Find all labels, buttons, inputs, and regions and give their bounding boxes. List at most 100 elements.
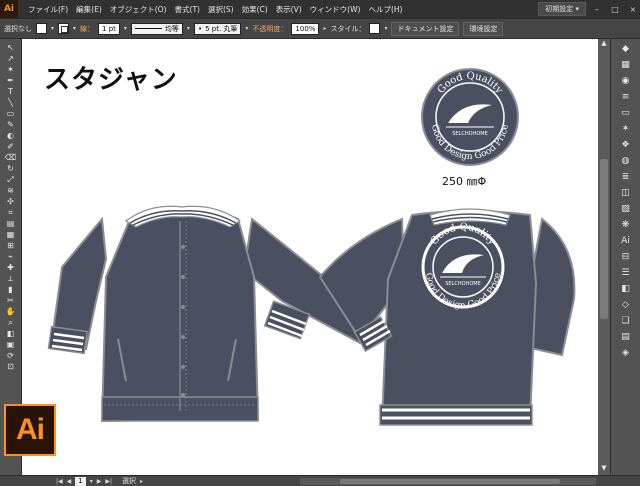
size-label[interactable]: 250 ㎜Φ xyxy=(442,173,486,189)
direct-selection-tool-icon[interactable]: ↗ xyxy=(4,54,18,63)
warp-tool-icon[interactable]: ≋ xyxy=(4,186,18,195)
menu-help[interactable]: ヘルプ(H) xyxy=(364,4,406,15)
selection-tool-icon[interactable]: ↖ xyxy=(4,43,18,52)
transform-panel-icon[interactable]: ◫ xyxy=(618,187,634,199)
scale-tool-icon[interactable]: ⤢ xyxy=(4,175,18,184)
chevron-down-icon[interactable]: ▾ xyxy=(245,25,248,32)
magic-wand-tool-icon[interactable]: ✶ xyxy=(4,65,18,74)
menu-edit[interactable]: 編集(E) xyxy=(72,4,106,15)
swatches-panel-icon[interactable]: ▦ xyxy=(618,59,634,71)
eraser-tool-icon[interactable]: ⌫ xyxy=(4,153,18,162)
last-artboard-icon[interactable]: ▶| xyxy=(105,478,112,485)
symbols-panel-icon[interactable]: ✶ xyxy=(618,123,634,135)
layers-panel-icon[interactable]: ☰ xyxy=(618,267,634,279)
prev-artboard-icon[interactable]: ◀ xyxy=(67,478,72,485)
gradient-panel-icon[interactable]: ▭ xyxy=(618,107,634,119)
opacity-label[interactable]: 不透明度： xyxy=(252,24,287,34)
menu-file[interactable]: ファイル(F) xyxy=(24,4,72,15)
align-panel-icon[interactable]: ≣ xyxy=(618,171,634,183)
type-tool-icon[interactable]: T xyxy=(4,87,18,96)
fill-stroke-icon[interactable]: ◧ xyxy=(4,329,18,338)
eyedropper-tool-icon[interactable]: ⌁ xyxy=(4,252,18,261)
rotate-tool-icon[interactable]: ↻ xyxy=(4,164,18,173)
stroke-weight-field[interactable]: 1 pt xyxy=(98,22,120,35)
shape-builder-tool-icon[interactable]: ⌗ xyxy=(4,208,18,217)
first-artboard-icon[interactable]: |◀ xyxy=(56,478,63,485)
chevron-right-icon[interactable]: ▸ xyxy=(140,478,143,485)
brush-select[interactable]: • 5 pt. 丸筆 xyxy=(193,22,242,35)
menu-view[interactable]: 表示(V) xyxy=(272,4,306,15)
paintbrush-tool-icon[interactable]: ✐ xyxy=(4,142,18,151)
maximize-button[interactable]: □ xyxy=(608,3,622,15)
chevron-down-icon[interactable]: ▾ xyxy=(51,25,54,32)
mesh-tool-icon[interactable]: ▦ xyxy=(4,230,18,239)
app-logo[interactable]: Ai xyxy=(0,0,18,18)
navigator-panel-icon[interactable]: ❏ xyxy=(618,315,634,327)
blob-brush-tool-icon[interactable]: ◐ xyxy=(4,131,18,140)
menu-select[interactable]: 選択(S) xyxy=(204,4,238,15)
menu-window[interactable]: ウィンドウ(W) xyxy=(306,4,365,15)
document-settings-button[interactable]: ドキュメント設定 xyxy=(391,21,460,36)
workspace-switcher[interactable]: 初期設定 ▾ xyxy=(538,2,586,16)
swap-colors-icon[interactable]: ⟳ xyxy=(4,351,18,360)
artboard-number-field[interactable]: 1 xyxy=(75,476,86,486)
vertical-scroll-thumb[interactable] xyxy=(600,159,608,319)
scroll-down-icon[interactable]: ▼ xyxy=(598,464,610,474)
chevron-down-icon[interactable]: ▾ xyxy=(73,25,76,32)
chevron-right-icon[interactable]: ▸ xyxy=(323,25,326,32)
jacket-artwork[interactable]: Good Quality Good Design Good Price SELC… xyxy=(22,39,610,475)
default-colors-icon[interactable]: ▣ xyxy=(4,340,18,349)
pencil-tool-icon[interactable]: ✎ xyxy=(4,120,18,129)
free-transform-tool-icon[interactable]: ✣ xyxy=(4,197,18,206)
rectangle-tool-icon[interactable]: ▭ xyxy=(4,109,18,118)
chevron-down-icon[interactable]: ▾ xyxy=(384,25,387,32)
jacket-front[interactable] xyxy=(47,205,374,423)
stroke-profile-select[interactable]: 均等 xyxy=(130,22,183,35)
opacity-field[interactable]: 100% xyxy=(291,22,320,35)
perspective-grid-tool-icon[interactable]: ▤ xyxy=(4,219,18,228)
style-swatch[interactable] xyxy=(369,23,381,34)
emblem-logo[interactable]: Good Quality Good Design Good Price SELC… xyxy=(421,68,519,166)
actions-panel-icon[interactable]: ◈ xyxy=(618,347,634,359)
info-panel-icon[interactable]: ▤ xyxy=(618,331,634,343)
symbol-sprayer-tool-icon[interactable]: ⟂ xyxy=(4,274,18,283)
color-panel-icon[interactable]: ◆ xyxy=(618,43,634,55)
artboard-canvas[interactable]: スタジャン Good Quality Good Design Good Pric… xyxy=(22,39,610,475)
horizontal-scroll-thumb[interactable] xyxy=(340,479,560,484)
scroll-up-icon[interactable]: ▲ xyxy=(598,39,610,49)
hand-tool-icon[interactable]: ✋ xyxy=(4,307,18,316)
menu-type[interactable]: 書式(T) xyxy=(171,4,204,15)
stroke-swatch[interactable] xyxy=(58,23,70,34)
pathfinder-panel-icon[interactable]: ▧ xyxy=(618,203,634,215)
minimize-button[interactable]: – xyxy=(590,3,604,15)
character-panel-icon[interactable]: Ai xyxy=(618,235,634,247)
horizontal-scrollbar[interactable] xyxy=(300,478,596,485)
appearance-panel-icon[interactable]: ◍ xyxy=(618,155,634,167)
chevron-down-icon[interactable]: ▾ xyxy=(124,25,127,32)
chevron-down-icon[interactable]: ▾ xyxy=(90,478,93,485)
brushes-panel-icon[interactable]: ◉ xyxy=(618,75,634,87)
pen-tool-icon[interactable]: ✒ xyxy=(4,76,18,85)
chevron-down-icon[interactable]: ▾ xyxy=(187,25,190,32)
jacket-back[interactable]: Good Quality Good Design Good Price SELC… xyxy=(318,208,576,426)
screen-mode-icon[interactable]: ⊡ xyxy=(4,362,18,371)
gradient-tool-icon[interactable]: ⊞ xyxy=(4,241,18,250)
fill-swatch[interactable] xyxy=(36,23,47,34)
vertical-scrollbar[interactable]: ▲ ▼ xyxy=(598,39,610,475)
graph-tool-icon[interactable]: ▮ xyxy=(4,285,18,294)
close-button[interactable]: × xyxy=(626,3,640,15)
next-artboard-icon[interactable]: ▶ xyxy=(97,478,102,485)
artboards-panel-icon[interactable]: ◧ xyxy=(618,283,634,295)
line-tool-icon[interactable]: ╲ xyxy=(4,98,18,107)
scissors-tool-icon[interactable]: ✂ xyxy=(4,296,18,305)
paragraph-panel-icon[interactable]: ⊟ xyxy=(618,251,634,263)
zoom-tool-icon[interactable]: ⌕ xyxy=(4,318,18,327)
transparency-panel-icon[interactable]: ❋ xyxy=(618,219,634,231)
blend-tool-icon[interactable]: ✚ xyxy=(4,263,18,272)
menu-object[interactable]: オブジェクト(O) xyxy=(106,4,171,15)
menu-effect[interactable]: 効果(C) xyxy=(238,4,272,15)
stroke-label[interactable]: 線： xyxy=(80,24,94,34)
graphic-styles-panel-icon[interactable]: ❖ xyxy=(618,139,634,151)
links-panel-icon[interactable]: ◇ xyxy=(618,299,634,311)
preferences-button[interactable]: 環境設定 xyxy=(463,21,504,36)
